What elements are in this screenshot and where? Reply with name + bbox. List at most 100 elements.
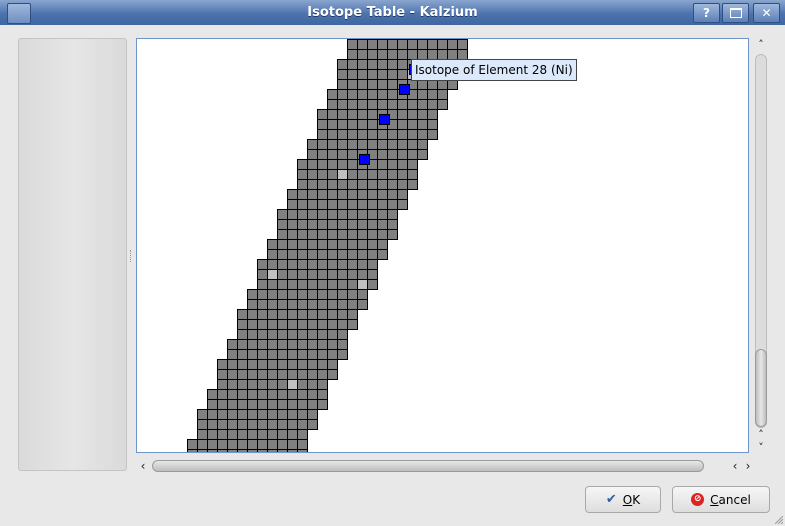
isotope-cell[interactable] [317,259,328,270]
isotope-cell[interactable] [327,329,338,340]
isotope-cell[interactable] [327,209,338,220]
isotope-cell[interactable] [247,329,258,340]
isotope-cell[interactable] [317,129,328,140]
isotope-cell[interactable] [297,259,308,270]
isotope-cell[interactable] [367,259,378,270]
isotope-cell[interactable] [367,269,378,280]
isotope-cell[interactable] [347,129,358,140]
isotope-cell[interactable] [387,39,398,50]
isotope-cell[interactable] [317,109,328,120]
isotope-cell[interactable] [357,79,368,90]
isotope-cell[interactable] [277,289,288,300]
isotope-cell[interactable] [367,49,378,60]
isotope-cell[interactable] [327,309,338,320]
isotope-cell[interactable] [347,79,358,90]
isotope-cell[interactable] [357,219,368,230]
isotope-cell[interactable] [337,269,348,280]
isotope-cell[interactable] [327,269,338,280]
isotope-cell[interactable] [287,389,298,400]
isotope-cell[interactable] [407,49,418,60]
isotope-cell[interactable] [347,199,358,210]
isotope-cell[interactable] [287,309,298,320]
isotope-cell[interactable] [337,179,348,190]
isotope-cell[interactable] [287,199,298,210]
isotope-cell[interactable] [277,229,288,240]
isotope-cell[interactable] [197,449,208,454]
isotope-cell[interactable] [427,89,438,100]
isotope-cell[interactable] [277,439,288,450]
isotope-cell[interactable] [227,419,238,430]
isotope-cell[interactable] [327,189,338,200]
isotope-cell[interactable] [257,319,268,330]
isotope-cell[interactable] [237,389,248,400]
isotope-cell[interactable] [277,359,288,370]
isotope-cell[interactable] [267,449,278,454]
isotope-cell[interactable] [347,39,358,50]
isotope-cell[interactable] [237,419,248,430]
isotope-cell[interactable] [347,259,358,270]
isotope-cell[interactable] [227,429,238,440]
isotope-cell[interactable] [387,99,398,110]
scroll-left-arrow-right[interactable]: ‹ [728,458,742,474]
isotope-cell[interactable] [457,49,468,60]
isotope-cell[interactable] [357,129,368,140]
isotope-cell[interactable] [317,139,328,150]
isotope-cell[interactable] [307,199,318,210]
isotope-cell[interactable] [377,89,388,100]
ok-button[interactable]: ✔ OK [585,486,661,513]
isotope-cell[interactable] [427,119,438,130]
isotope-cell[interactable] [417,109,428,120]
isotope-cell[interactable] [317,339,328,350]
isotope-cell[interactable] [217,449,228,454]
isotope-cell[interactable] [367,59,378,70]
isotope-cell[interactable] [377,129,388,140]
isotope-cell[interactable] [327,199,338,210]
isotope-cell[interactable] [297,289,308,300]
help-button[interactable]: ? [693,3,720,23]
isotope-cell[interactable] [307,159,318,170]
isotope-cell[interactable] [337,309,348,320]
isotope-cell[interactable] [397,139,408,150]
isotope-cell[interactable] [297,239,308,250]
isotope-cell[interactable] [377,219,388,230]
isotope-cell[interactable] [237,339,248,350]
isotope-cell[interactable] [197,409,208,420]
title-bar[interactable]: Isotope Table - Kalzium ? ✕ [0,0,785,25]
isotope-cell[interactable] [397,39,408,50]
isotope-cell[interactable] [387,129,398,140]
isotope-cell[interactable] [397,199,408,210]
isotope-cell[interactable] [267,259,278,270]
isotope-cell[interactable] [287,419,298,430]
isotope-cell[interactable] [307,249,318,260]
isotope-cell[interactable] [297,419,308,430]
isotope-cell[interactable] [307,279,318,290]
isotope-cell[interactable] [307,309,318,320]
isotope-cell[interactable] [357,249,368,260]
isotope-cell[interactable] [227,339,238,350]
isotope-cell[interactable] [377,69,388,80]
isotope-cell[interactable] [387,49,398,60]
isotope-cell[interactable] [307,269,318,280]
isotope-cell[interactable] [277,239,288,250]
isotope-cell[interactable] [337,189,348,200]
isotope-cell[interactable] [237,409,248,420]
isotope-cell[interactable] [397,109,408,120]
isotope-cell[interactable] [417,49,428,60]
isotope-cell[interactable] [247,299,258,310]
isotope-cell[interactable] [277,419,288,430]
isotope-cell[interactable] [347,89,358,100]
isotope-cell[interactable] [247,439,258,450]
isotope-cell[interactable] [317,279,328,290]
isotope-cell[interactable] [247,389,258,400]
isotope-cell[interactable] [277,449,288,454]
isotope-cell[interactable] [357,179,368,190]
isotope-cell[interactable] [367,109,378,120]
isotope-cell[interactable] [297,429,308,440]
isotope-cell[interactable] [337,289,348,300]
splitter-handle[interactable] [130,250,134,262]
isotope-grid[interactable] [137,39,749,453]
isotope-cell[interactable] [277,249,288,260]
isotope-cell[interactable] [387,219,398,230]
isotope-cell[interactable] [317,399,328,410]
isotope-cell[interactable] [437,49,448,60]
